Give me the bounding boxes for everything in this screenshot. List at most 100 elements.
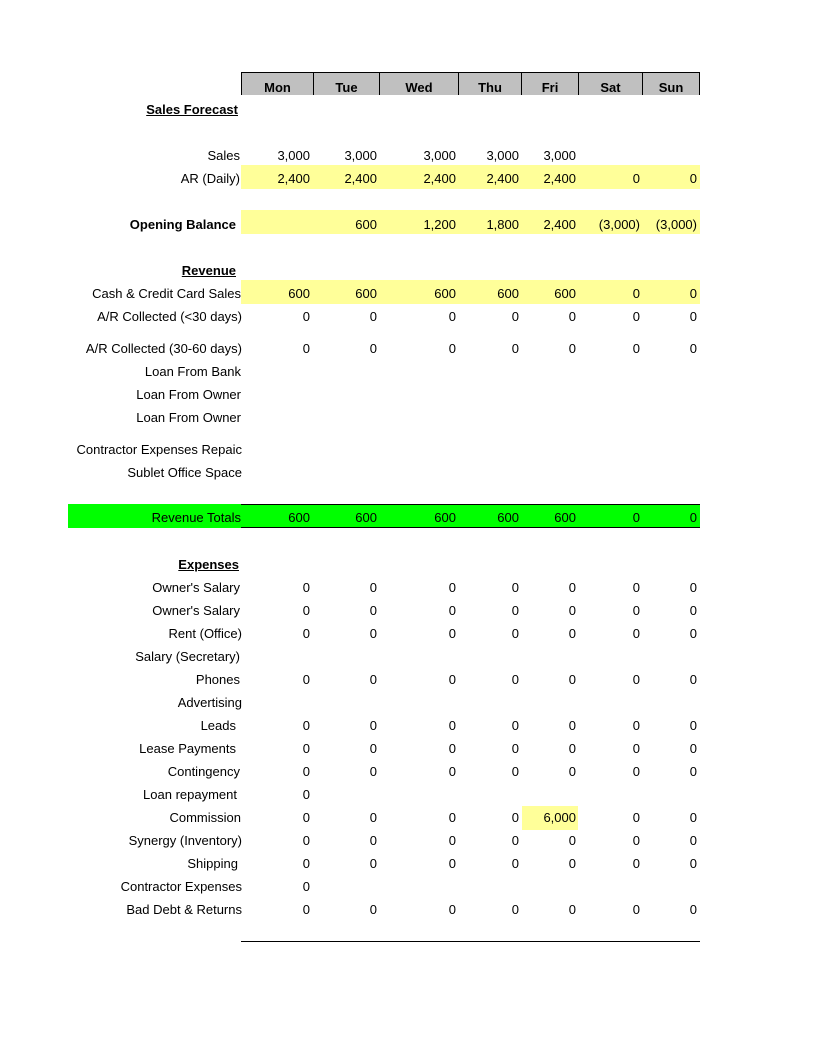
cell-tue[interactable]: 0 [317,672,377,688]
cell-sun[interactable]: 0 [637,603,697,619]
cell-sat[interactable]: 0 [580,171,640,187]
cell-sat[interactable]: 0 [580,810,640,826]
cell-tue[interactable]: 0 [317,902,377,918]
cell-tue[interactable]: 0 [317,341,377,357]
cell-mon[interactable]: 0 [250,341,310,357]
cell-wed[interactable]: 0 [396,833,456,849]
cell-fri[interactable]: 600 [516,286,576,302]
cell-tue[interactable]: 600 [317,217,377,233]
cell-fri[interactable]: 0 [516,902,576,918]
cell-thu[interactable]: 3,000 [459,148,519,164]
cell-mon[interactable]: 0 [250,764,310,780]
cell-mon[interactable]: 0 [250,856,310,872]
cell-fri[interactable]: 0 [516,672,576,688]
cell-fri[interactable]: 0 [516,718,576,734]
cell-fri[interactable]: 6,000 [516,810,576,826]
cell-sat[interactable]: 0 [580,626,640,642]
cell-thu[interactable]: 600 [459,286,519,302]
cell-tue[interactable]: 600 [317,286,377,302]
cell-fri[interactable]: 0 [516,856,576,872]
cell-thu[interactable]: 0 [459,741,519,757]
cell-sun[interactable]: 0 [637,764,697,780]
cell-fri[interactable]: 0 [516,764,576,780]
cell-fri[interactable]: 0 [516,580,576,596]
cell-tue[interactable]: 0 [317,764,377,780]
cell-mon[interactable]: 0 [250,787,310,803]
cell-sun[interactable]: 0 [637,510,697,526]
cell-mon[interactable]: 0 [250,718,310,734]
cell-tue[interactable]: 0 [317,810,377,826]
cell-sat[interactable]: 0 [580,286,640,302]
cell-wed[interactable]: 0 [396,810,456,826]
cell-fri[interactable]: 3,000 [516,148,576,164]
cell-wed[interactable]: 3,000 [396,148,456,164]
cell-sat[interactable]: 0 [580,856,640,872]
cell-tue[interactable]: 0 [317,718,377,734]
cell-sat[interactable]: 0 [580,603,640,619]
cell-wed[interactable]: 0 [396,741,456,757]
cell-tue[interactable]: 0 [317,580,377,596]
cell-wed[interactable]: 1,200 [396,217,456,233]
cell-sat[interactable]: 0 [580,718,640,734]
cell-wed[interactable]: 600 [396,286,456,302]
cell-mon[interactable]: 0 [250,672,310,688]
cell-mon[interactable]: 3,000 [250,148,310,164]
cell-fri[interactable]: 0 [516,626,576,642]
cell-tue[interactable]: 0 [317,741,377,757]
cell-tue[interactable]: 600 [317,510,377,526]
cell-thu[interactable]: 0 [459,580,519,596]
cell-sun[interactable]: 0 [637,171,697,187]
cell-mon[interactable]: 0 [250,810,310,826]
cell-fri[interactable]: 0 [516,341,576,357]
cell-thu[interactable]: 0 [459,810,519,826]
cell-wed[interactable]: 0 [396,764,456,780]
cell-sat[interactable]: (3,000) [580,217,640,233]
cell-fri[interactable]: 0 [516,833,576,849]
cell-thu[interactable]: 2,400 [459,171,519,187]
cell-sun[interactable]: 0 [637,833,697,849]
cell-sun[interactable]: 0 [637,856,697,872]
cell-thu[interactable]: 0 [459,856,519,872]
cell-tue[interactable]: 0 [317,603,377,619]
cell-sat[interactable]: 0 [580,580,640,596]
cell-sun[interactable]: 0 [637,672,697,688]
cell-fri[interactable]: 0 [516,741,576,757]
cell-thu[interactable]: 600 [459,510,519,526]
cell-sun[interactable]: (3,000) [637,217,697,233]
cell-wed[interactable]: 0 [396,718,456,734]
cell-tue[interactable]: 0 [317,626,377,642]
cell-thu[interactable]: 0 [459,309,519,325]
cell-mon[interactable]: 0 [250,879,310,895]
cell-wed[interactable]: 0 [396,672,456,688]
cell-sun[interactable]: 0 [637,286,697,302]
cell-thu[interactable]: 0 [459,833,519,849]
cell-mon[interactable]: 0 [250,580,310,596]
cell-mon[interactable]: 2,400 [250,171,310,187]
cell-sat[interactable]: 0 [580,833,640,849]
cell-mon[interactable]: 0 [250,902,310,918]
cell-wed[interactable]: 0 [396,341,456,357]
cell-sat[interactable]: 0 [580,341,640,357]
cell-thu[interactable]: 0 [459,341,519,357]
cell-fri[interactable]: 0 [516,309,576,325]
cell-wed[interactable]: 0 [396,603,456,619]
cell-sun[interactable]: 0 [637,580,697,596]
cell-fri[interactable]: 600 [516,510,576,526]
cell-mon[interactable]: 0 [250,626,310,642]
cell-thu[interactable]: 0 [459,672,519,688]
cell-sat[interactable]: 0 [580,741,640,757]
cell-thu[interactable]: 0 [459,626,519,642]
cell-wed[interactable]: 0 [396,902,456,918]
cell-sat[interactable]: 0 [580,672,640,688]
cell-fri[interactable]: 0 [516,603,576,619]
cell-sun[interactable]: 0 [637,902,697,918]
cell-sat[interactable]: 0 [580,510,640,526]
cell-sat[interactable]: 0 [580,309,640,325]
cell-wed[interactable]: 0 [396,856,456,872]
cell-sun[interactable]: 0 [637,626,697,642]
cell-fri[interactable]: 2,400 [516,217,576,233]
cell-mon[interactable]: 600 [250,286,310,302]
cell-sat[interactable]: 0 [580,764,640,780]
cell-tue[interactable]: 0 [317,833,377,849]
cell-tue[interactable]: 0 [317,856,377,872]
